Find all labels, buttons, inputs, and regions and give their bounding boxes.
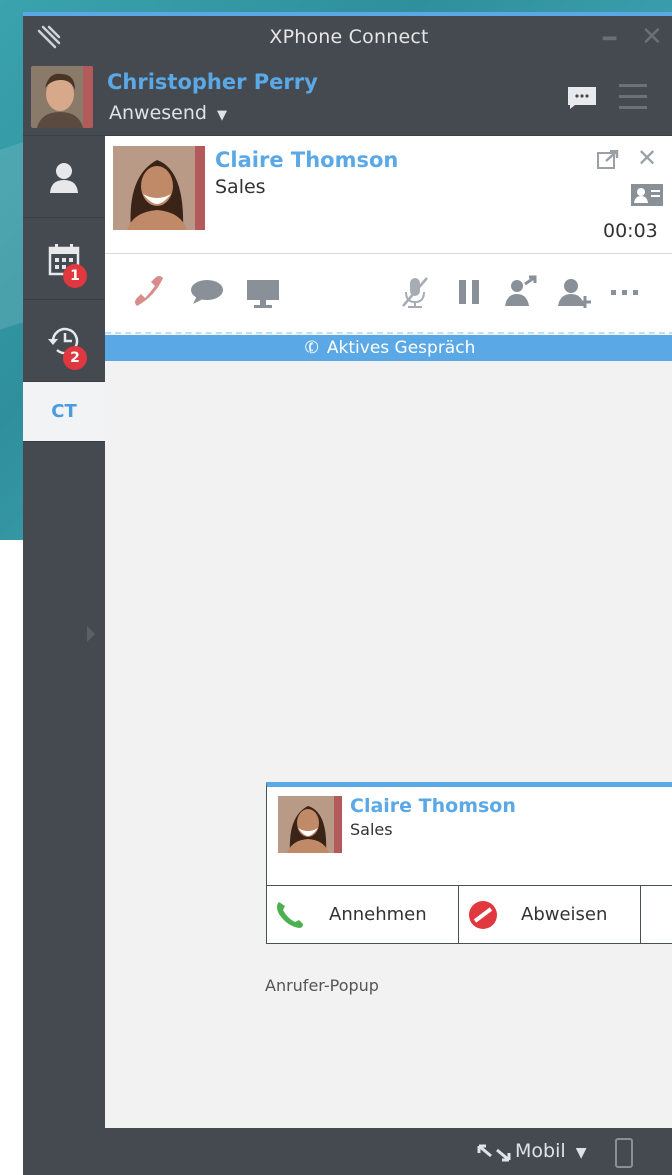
calendar-badge: 1	[63, 264, 87, 288]
popup-contact-name: Claire Thomson	[350, 795, 516, 817]
reject-call-label: Abweisen	[521, 904, 608, 925]
sidebar-item-ct[interactable]: CT	[23, 382, 105, 442]
popup-contact-department: Sales	[350, 820, 393, 839]
sidebar-item-label: CT	[51, 401, 77, 422]
call-action-bar	[105, 254, 672, 334]
minimize-button[interactable]: ━	[603, 27, 616, 52]
device-mode-label: Mobil	[515, 1140, 566, 1162]
contact-name: Claire Thomson	[215, 148, 399, 172]
popup-button-row: Annehmen Abweisen	[267, 885, 672, 943]
reject-call-button[interactable]: Abweisen	[459, 886, 641, 943]
sidebar-item-calendar[interactable]: 1	[23, 218, 105, 300]
call-timer: 00:03	[603, 220, 658, 242]
more-options-icon[interactable]	[607, 272, 647, 312]
window-title: XPhone Connect	[269, 26, 429, 48]
hangup-icon[interactable]	[129, 272, 169, 312]
bottom-bar: Mobil ▼	[105, 1128, 672, 1175]
popout-icon[interactable]	[597, 150, 619, 170]
close-call-card-button[interactable]: ✕	[637, 144, 657, 172]
presence-status-dropdown[interactable]: Anwesend ▼	[109, 102, 227, 124]
app-window: XPhone Connect ━ ✕ Christopher Perry Anw…	[23, 12, 672, 1175]
contact-department: Sales	[215, 176, 266, 198]
active-call-label: Aktives Gespräch	[326, 338, 476, 358]
chevron-down-icon: ▼	[217, 108, 228, 123]
sidebar: 1 2 CT	[23, 136, 105, 1175]
sidebar-expand-arrow-icon[interactable]	[87, 626, 95, 642]
reject-icon	[469, 900, 497, 929]
chat-icon[interactable]	[567, 86, 597, 110]
main-panel: Claire Thomson Sales ✕ 00:03 ✆ Aktives G…	[105, 136, 672, 1128]
phone-accept-icon	[277, 901, 303, 928]
chat-bubble-icon[interactable]	[187, 272, 227, 312]
close-window-button[interactable]: ✕	[641, 22, 663, 52]
presence-status-label: Anwesend	[109, 102, 207, 124]
hold-icon[interactable]	[449, 272, 489, 312]
popup-caption: Anrufer-Popup	[265, 976, 379, 995]
sidebar-item-contacts[interactable]	[23, 136, 105, 218]
mobile-phone-icon[interactable]	[615, 1138, 633, 1168]
caller-popup: Claire Thomson Sales Annehmen Abweisen	[266, 782, 672, 944]
active-call-banner: ✆ Aktives Gespräch	[105, 335, 672, 361]
user-name: Christopher Perry	[107, 70, 318, 94]
contact-avatar	[113, 146, 205, 230]
resize-arrows-icon[interactable]	[477, 1144, 511, 1162]
device-mode-dropdown[interactable]: Mobil ▼	[515, 1140, 586, 1162]
hamburger-menu-icon[interactable]	[619, 84, 647, 110]
mute-microphone-icon[interactable]	[395, 272, 435, 312]
accept-call-label: Annehmen	[329, 904, 427, 925]
sidebar-item-history[interactable]: 2	[23, 300, 105, 382]
add-participant-icon[interactable]	[555, 272, 595, 312]
call-contact-card: Claire Thomson Sales ✕ 00:03	[105, 136, 672, 254]
vcard-icon[interactable]	[631, 184, 663, 206]
chevron-down-icon: ▼	[575, 1145, 587, 1161]
history-badge: 2	[63, 346, 87, 370]
accept-call-button[interactable]: Annehmen	[267, 886, 459, 943]
transfer-icon[interactable]	[501, 272, 541, 312]
phone-handset-icon: ✆	[301, 336, 322, 360]
screen-share-icon[interactable]	[243, 272, 283, 312]
user-avatar[interactable]	[31, 66, 93, 128]
user-bar: Christopher Perry Anwesend ▼	[23, 58, 672, 136]
contact-icon	[50, 162, 78, 193]
popup-contact-avatar	[278, 796, 342, 853]
title-bar: XPhone Connect ━ ✕	[23, 16, 672, 58]
popup-extra-button[interactable]	[641, 886, 672, 943]
